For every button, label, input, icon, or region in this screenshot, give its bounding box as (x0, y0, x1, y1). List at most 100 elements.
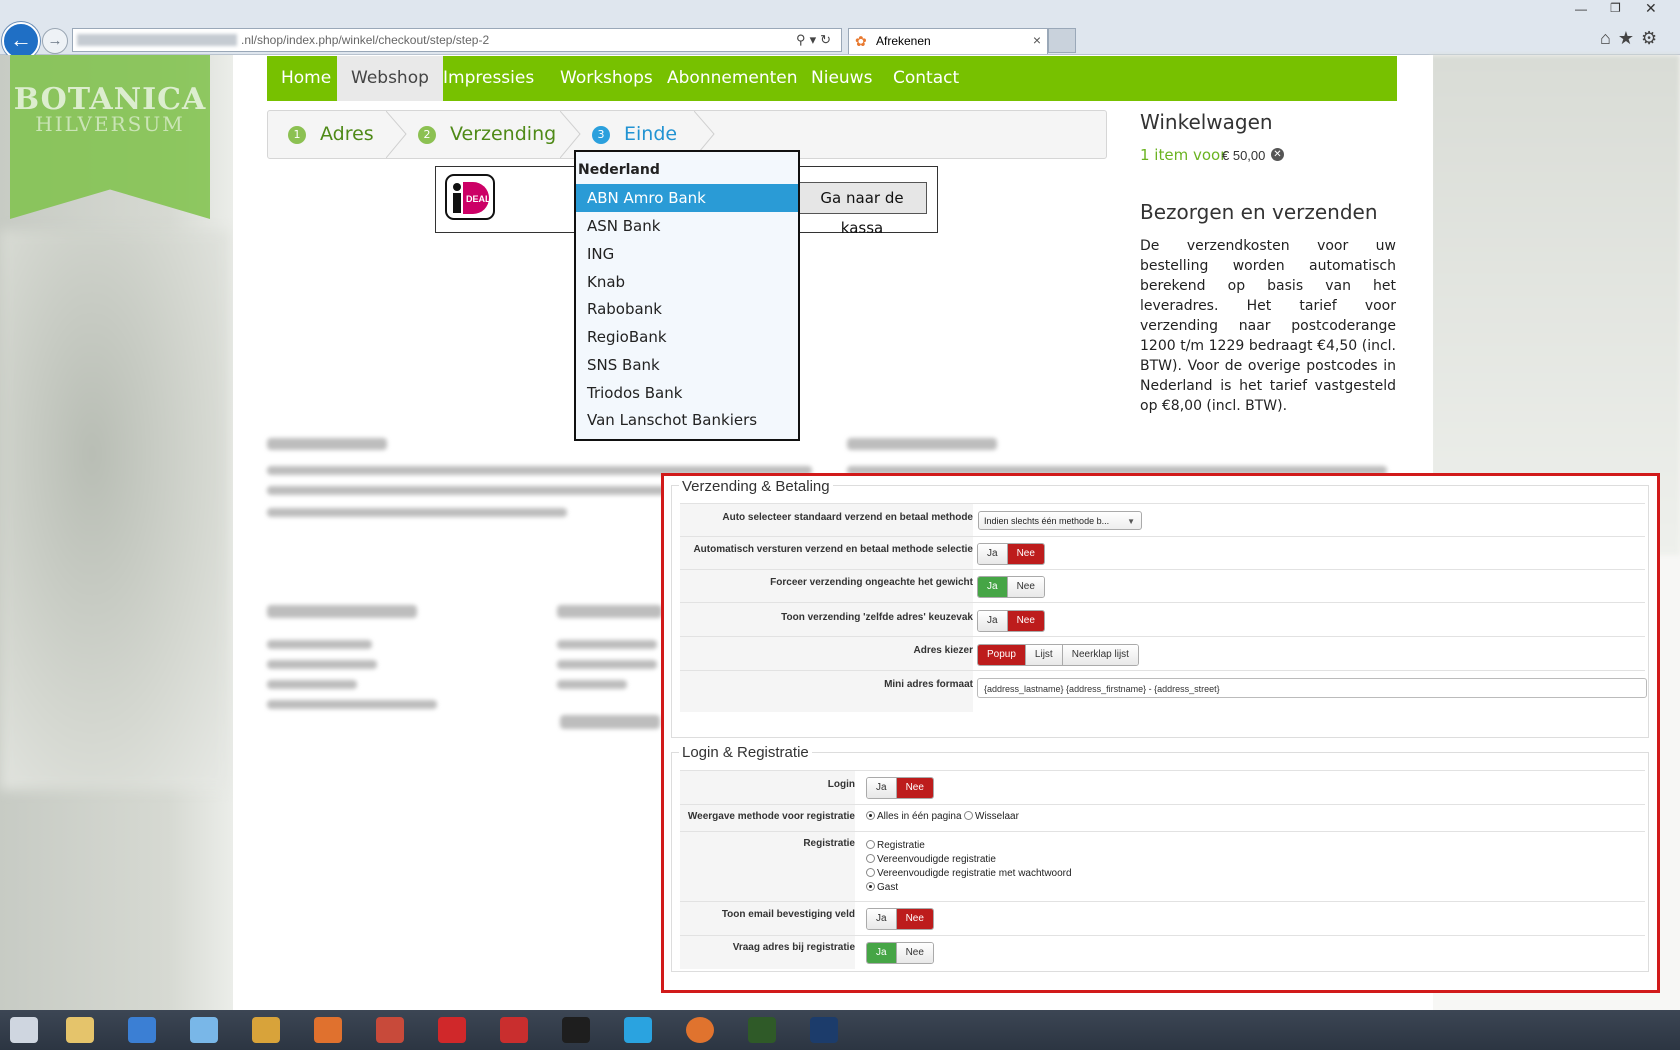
browser-chrome: ← → .nl/shop/index.php/winkel/checkout/s… (0, 0, 1680, 60)
step-verzending[interactable]: 2 Verzending (418, 123, 556, 145)
forward-arrow-icon[interactable]: → (42, 28, 68, 54)
radio-label: Alles in één pagina (877, 811, 962, 822)
search-refresh-icons[interactable]: ⚲▾↻ (796, 32, 835, 48)
toggle-ask-address[interactable]: Ja Nee (866, 942, 934, 964)
bank-option[interactable]: ASN Bank (576, 212, 798, 240)
bank-option[interactable]: ABN Amro Bank (576, 184, 798, 212)
bank-option[interactable]: ING (576, 240, 798, 268)
app-icon[interactable] (686, 1017, 714, 1043)
setting-label: Registratie (680, 832, 855, 901)
radio-gast[interactable]: Gast (866, 882, 898, 893)
radio-vereenvoudigd[interactable]: Vereenvoudigde registratie (866, 854, 996, 865)
mini-address-format-input[interactable]: {address_lastname} {address_firstname} -… (977, 678, 1647, 698)
radio-icon (964, 811, 973, 820)
option-popup[interactable]: Popup (978, 645, 1025, 665)
toggle-force-shipping[interactable]: Ja Nee (977, 576, 1045, 598)
radio-label: Vereenvoudigde registratie (877, 854, 996, 865)
radio-alles-in-een[interactable]: Alles in één pagina (866, 811, 962, 822)
toggle-login[interactable]: Ja Nee (866, 777, 934, 799)
select-value: Indien slechts één methode b... (984, 516, 1110, 526)
nav-workshops[interactable]: Workshops (546, 56, 667, 101)
blurred-text (557, 640, 657, 649)
address-bar[interactable]: .nl/shop/index.php/winkel/checkout/step/… (72, 28, 842, 52)
bank-option[interactable]: SNS Bank (576, 351, 798, 379)
home-star-gear-icons[interactable]: ⌂★⚙ (1600, 28, 1664, 49)
setting-label: Automatisch versturen verzend en betaal … (680, 537, 973, 569)
toggle-nee[interactable]: Nee (1006, 611, 1044, 631)
cart-items-link[interactable]: 1 item voor (1140, 146, 1226, 164)
acrobat-icon[interactable] (500, 1017, 528, 1043)
filezilla-icon[interactable] (438, 1017, 466, 1043)
toggle-nee[interactable]: Nee (895, 778, 933, 798)
tab-close-icon[interactable]: × (1033, 32, 1041, 48)
chrome-icon[interactable] (252, 1017, 280, 1043)
bank-option[interactable]: Knab (576, 268, 798, 296)
nav-home[interactable]: Home (267, 56, 345, 101)
step-separator-icon (386, 111, 407, 158)
browser-tab[interactable]: ✿ Afrekenen × (848, 28, 1048, 54)
outlook-icon[interactable] (128, 1017, 156, 1043)
toggle-ja[interactable]: Ja (978, 611, 1007, 631)
chevron-down-icon: ▼ (1127, 517, 1135, 526)
photoshop-icon[interactable] (810, 1017, 838, 1043)
option-neerklap-lijst[interactable]: Neerklap lijst (1061, 645, 1138, 665)
internet-explorer-icon[interactable] (190, 1017, 218, 1043)
window-close-icon[interactable]: ✕ (1645, 0, 1657, 17)
radio-icon (866, 854, 875, 863)
toggle-email-confirm[interactable]: Ja Nee (866, 908, 934, 930)
nav-impressies[interactable]: Impressies (429, 56, 548, 101)
toggle-auto-submit[interactable]: Ja Nee (977, 543, 1045, 565)
new-tab-button[interactable] (1048, 28, 1076, 53)
blurred-text (267, 508, 567, 517)
bank-option[interactable]: Van Lanschot Bankiers (576, 406, 798, 434)
nav-webshop[interactable]: Webshop (337, 56, 443, 101)
steam-icon[interactable] (562, 1017, 590, 1043)
app-icon[interactable] (376, 1017, 404, 1043)
firefox-icon[interactable] (314, 1017, 342, 1043)
windows-start-icon[interactable] (10, 1017, 38, 1043)
explorer-icon[interactable] (66, 1017, 94, 1043)
bank-option[interactable]: Triodos Bank (576, 379, 798, 407)
nav-nieuws[interactable]: Nieuws (797, 56, 886, 101)
terminal-icon[interactable] (748, 1017, 776, 1043)
shipping-title: Bezorgen en verzenden (1140, 200, 1378, 224)
toggle-ja[interactable]: Ja (978, 577, 1007, 597)
restore-icon[interactable]: ❐ (1610, 1, 1621, 15)
checkout-button[interactable]: Ga naar de kassa (797, 182, 927, 237)
bank-dropdown-list[interactable]: Nederland ABN Amro Bank ASN Bank ING Kna… (574, 150, 800, 441)
blurred-domain (77, 34, 237, 46)
toggle-nee[interactable]: Nee (895, 909, 933, 929)
radio-vereenvoudigd-wachtwoord[interactable]: Vereenvoudigde registratie met wachtwoor… (866, 868, 1072, 879)
toggle-address-chooser[interactable]: Popup Lijst Neerklap lijst (977, 644, 1139, 666)
cart-title: Winkelwagen (1140, 110, 1273, 134)
toggle-nee[interactable]: Nee (895, 943, 933, 963)
option-lijst[interactable]: Lijst (1024, 645, 1062, 665)
blurred-text (267, 700, 437, 709)
radio-label: Wisselaar (975, 811, 1019, 822)
auto-select-dropdown[interactable]: Indien slechts één methode b... ▼ (978, 511, 1142, 530)
toggle-ja[interactable]: Ja (867, 778, 896, 798)
bank-option[interactable]: RegioBank (576, 323, 798, 351)
toggle-same-address[interactable]: Ja Nee (977, 610, 1045, 632)
blurred-heading (557, 605, 662, 618)
toggle-nee[interactable]: Nee (1006, 577, 1044, 597)
remove-icon[interactable]: ✕ (1271, 148, 1284, 161)
minimize-icon[interactable]: — (1575, 2, 1587, 16)
nav-contact[interactable]: Contact (879, 56, 973, 101)
background-photo-left (0, 230, 230, 790)
skype-icon[interactable] (624, 1017, 652, 1043)
toggle-ja[interactable]: Ja (978, 544, 1007, 564)
radio-label: Gast (877, 882, 899, 893)
step-adres[interactable]: 1 Adres (288, 123, 374, 145)
radio-registratie[interactable]: Registratie (866, 840, 925, 851)
radio-icon (866, 811, 875, 820)
step-einde[interactable]: 3 Einde (592, 123, 677, 145)
radio-wisselaar[interactable]: Wisselaar (964, 811, 1019, 822)
toggle-nee[interactable]: Nee (1006, 544, 1044, 564)
bank-option[interactable]: Rabobank (576, 295, 798, 323)
toggle-ja[interactable]: Ja (867, 943, 896, 963)
setting-label: Weergave methode voor registratie (680, 805, 855, 831)
nav-abonnementen[interactable]: Abonnementen (653, 56, 812, 101)
toggle-ja[interactable]: Ja (867, 909, 896, 929)
setting-label: Mini adres formaat (680, 671, 973, 712)
